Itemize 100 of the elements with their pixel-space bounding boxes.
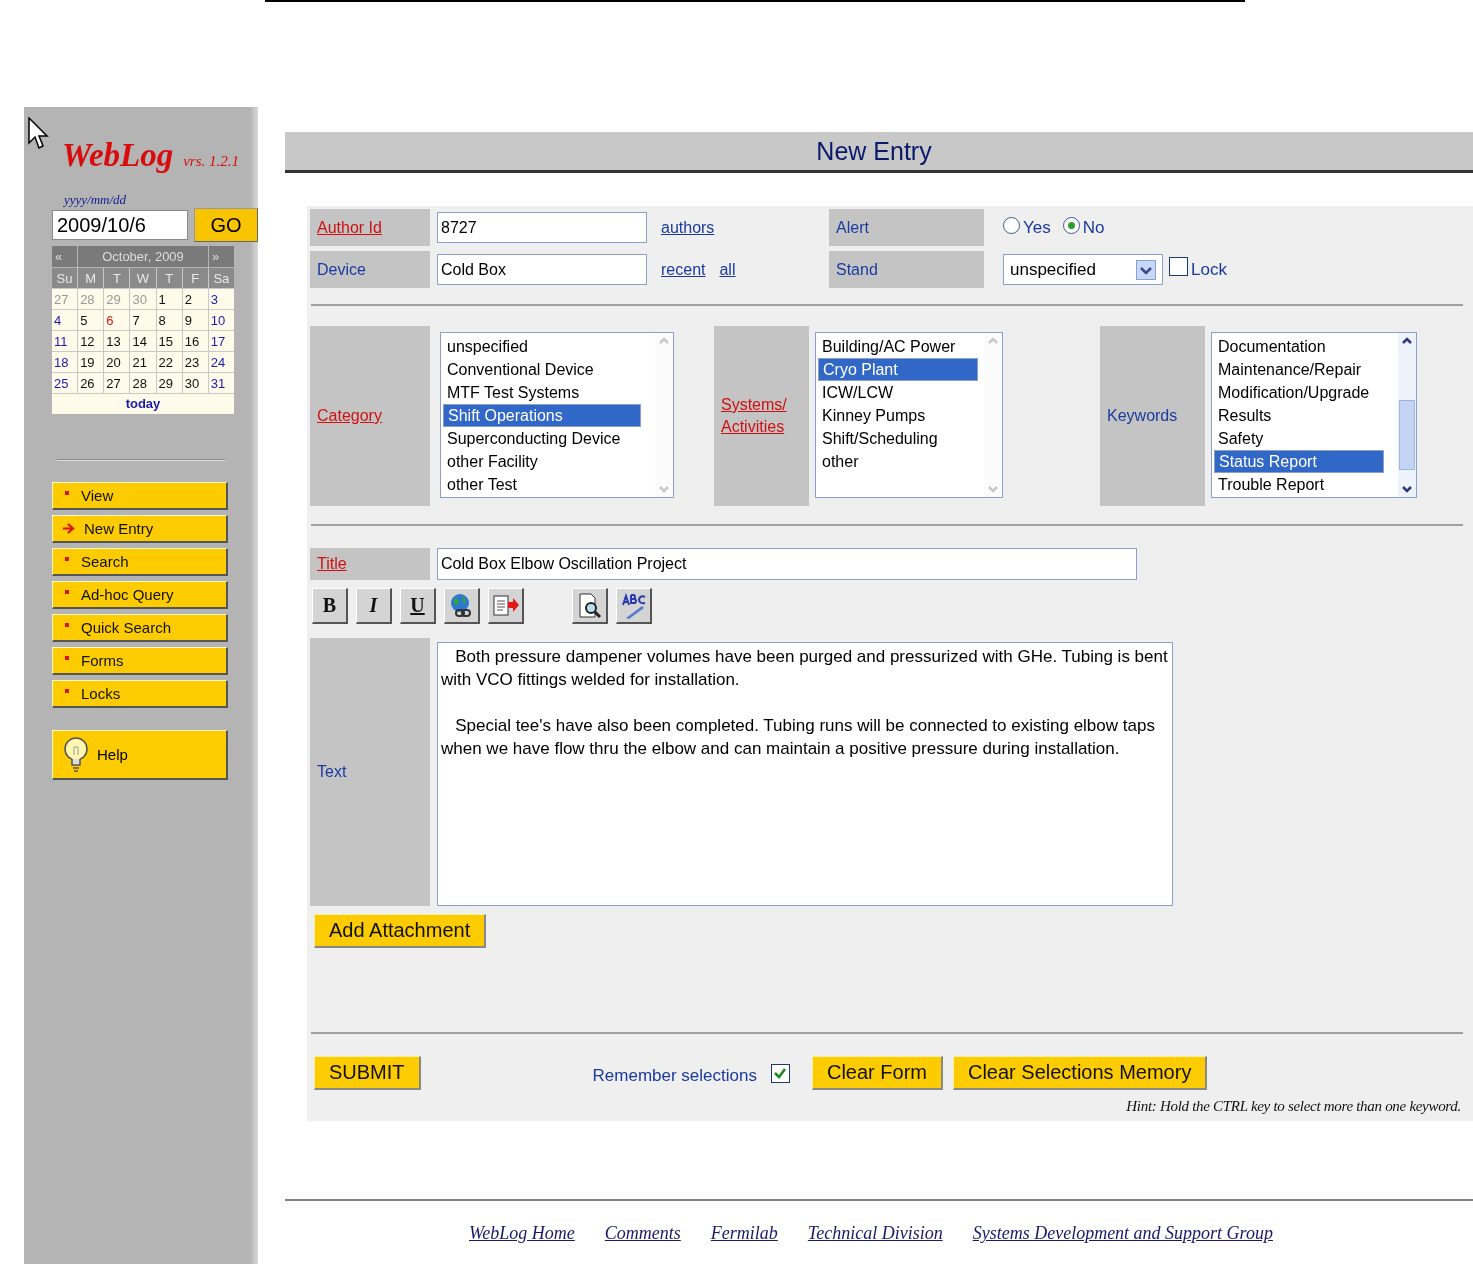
footer-link[interactable]: Comments: [604, 1223, 681, 1244]
today-link[interactable]: today: [52, 393, 234, 414]
footer-link[interactable]: WebLog Home: [469, 1223, 575, 1244]
insert-file-button[interactable]: [488, 588, 524, 624]
list-option[interactable]: Conventional Device: [443, 358, 649, 381]
calendar-day[interactable]: 29: [156, 373, 182, 393]
remember-checkbox[interactable]: [770, 1063, 790, 1083]
list-option[interactable]: ICW/LCW: [818, 381, 978, 404]
logo: WebLog: [62, 137, 174, 174]
footer-link[interactable]: Fermilab: [710, 1223, 778, 1244]
calendar-day[interactable]: 18: [52, 352, 78, 372]
title-field[interactable]: Cold Box Elbow Oscillation Project: [437, 548, 1137, 580]
calendar-day[interactable]: 14: [130, 331, 156, 351]
insert-link-button[interactable]: [444, 588, 480, 624]
nav-button[interactable]: Quick Search: [52, 614, 228, 642]
calendar-day[interactable]: 3: [208, 289, 234, 309]
list-option[interactable]: Documentation: [1214, 335, 1392, 358]
nav-button[interactable]: Ad-hoc Query: [52, 581, 228, 609]
calendar-day[interactable]: 24: [208, 352, 234, 372]
calendar-day[interactable]: 20: [104, 352, 130, 372]
calendar-day[interactable]: 21: [130, 352, 156, 372]
list-option[interactable]: Superconducting Device: [443, 427, 649, 450]
format-button[interactable]: B: [312, 588, 348, 624]
list-option[interactable]: unspecified: [443, 335, 649, 358]
calendar-day[interactable]: 27: [104, 373, 130, 393]
calendar-day[interactable]: 6: [104, 310, 130, 330]
calendar-day[interactable]: 16: [182, 331, 208, 351]
list-option[interactable]: Shift Operations: [443, 404, 641, 427]
calendar-day[interactable]: 15: [156, 331, 182, 351]
calendar-day[interactable]: 8: [156, 310, 182, 330]
nav-button[interactable]: Forms: [52, 647, 228, 675]
nav-button[interactable]: New Entry: [52, 515, 228, 543]
device-link[interactable]: all: [719, 260, 736, 279]
calendar-day[interactable]: 13: [104, 331, 130, 351]
format-button[interactable]: I: [356, 588, 392, 624]
list-option[interactable]: Results: [1214, 404, 1392, 427]
list-option[interactable]: Cryo Plant: [818, 358, 978, 381]
calendar-day[interactable]: 2: [182, 289, 208, 309]
calendar-day[interactable]: 1: [156, 289, 182, 309]
calendar-day[interactable]: 7: [130, 310, 156, 330]
add-attachment-button[interactable]: Add Attachment: [314, 914, 487, 948]
nav-button[interactable]: Search: [52, 548, 228, 576]
radio-icon[interactable]: [1062, 217, 1080, 234]
list-option[interactable]: Shift/Scheduling: [818, 427, 978, 450]
radio-icon[interactable]: [1003, 217, 1020, 234]
text-area[interactable]: Both pressure dampener volumes have been purged and pressurized with GHe. Tubing is bent with VCO fittings welded for installation. Special tee's have also been completed. Tubing runs will be connected to existing elbow taps when we have flow thru the elbow and can maintain a positive pressure during installation.: [437, 642, 1173, 906]
list-option[interactable]: other Facility: [443, 450, 649, 473]
calendar-day[interactable]: 10: [208, 310, 234, 330]
nav-button[interactable]: Locks: [52, 680, 228, 708]
calendar-day[interactable]: 11: [52, 331, 78, 351]
clear-selections-memory-button[interactable]: Clear Selections Memory: [953, 1056, 1208, 1090]
list-option[interactable]: other Test: [443, 473, 649, 496]
list-option[interactable]: Building/AC Power: [818, 335, 978, 358]
device-field[interactable]: Cold Box: [437, 254, 647, 285]
list-option[interactable]: Status Report: [1214, 450, 1384, 473]
list-option[interactable]: Trouble Report: [1214, 473, 1392, 496]
list-option[interactable]: MTF Test Systems: [443, 381, 649, 404]
list-option[interactable]: Safety: [1214, 427, 1392, 450]
calendar-day[interactable]: 9: [182, 310, 208, 330]
calendar-day[interactable]: 31: [208, 373, 234, 393]
scrollbar[interactable]: [1398, 333, 1416, 497]
go-button[interactable]: GO: [194, 208, 258, 242]
date-field[interactable]: 2009/10/6: [52, 210, 188, 240]
radio-option[interactable]: Yes: [1003, 217, 1051, 238]
authors-link[interactable]: authors: [661, 218, 715, 237]
footer-link[interactable]: Systems Development and Support Group: [972, 1223, 1273, 1244]
calendar-day[interactable]: 22: [156, 352, 182, 372]
list-option[interactable]: Maintenance/Repair: [1214, 358, 1392, 381]
spell-check-button[interactable]: [616, 588, 652, 624]
help-button[interactable]: Help: [52, 730, 228, 780]
calendar-day[interactable]: 25: [52, 373, 78, 393]
list-box[interactable]: Documentation Maintenance/Repair Modification/Upgrade Results Safety Status Report Trouble Report: [1211, 332, 1417, 498]
calendar-day[interactable]: 28: [130, 373, 156, 393]
stand-dropdown[interactable]: unspecified: [1003, 254, 1163, 285]
calendar-day[interactable]: 26: [78, 373, 104, 393]
calendar-day[interactable]: 23: [182, 352, 208, 372]
footer-link[interactable]: Technical Division: [807, 1223, 943, 1244]
calendar-day[interactable]: 12: [78, 331, 104, 351]
lock-checkbox[interactable]: Lock: [1169, 257, 1227, 282]
weekday-header: T: [156, 268, 182, 288]
nav-button[interactable]: View: [52, 482, 228, 510]
calendar-day[interactable]: 4: [52, 310, 78, 330]
author-id-field[interactable]: 8727: [437, 212, 647, 243]
list-option[interactable]: other: [818, 450, 978, 473]
list-option[interactable]: Kinney Pumps: [818, 404, 978, 427]
clear-form-button[interactable]: Clear Form: [811, 1056, 943, 1090]
radio-option[interactable]: No: [1062, 217, 1105, 238]
submit-button[interactable]: SUBMIT: [314, 1056, 421, 1090]
list-box[interactable]: Building/AC Power Cryo Plant ICW/LCW Kinney Pumps Shift/Scheduling other: [815, 332, 1003, 498]
calendar-day[interactable]: 17: [208, 331, 234, 351]
list-box[interactable]: unspecified Conventional Device MTF Test Systems Shift Operations Superconducting Device other Facility other Test: [440, 332, 674, 498]
checkbox-icon[interactable]: [1169, 257, 1188, 276]
device-link[interactable]: recent: [661, 260, 706, 279]
preview-button[interactable]: [572, 588, 608, 624]
pointer-icon: [28, 117, 50, 151]
format-button[interactable]: U: [400, 588, 436, 624]
calendar-day[interactable]: 19: [78, 352, 104, 372]
calendar-day[interactable]: 5: [78, 310, 104, 330]
calendar-day[interactable]: 30: [182, 373, 208, 393]
list-option[interactable]: Modification/Upgrade: [1214, 381, 1392, 404]
